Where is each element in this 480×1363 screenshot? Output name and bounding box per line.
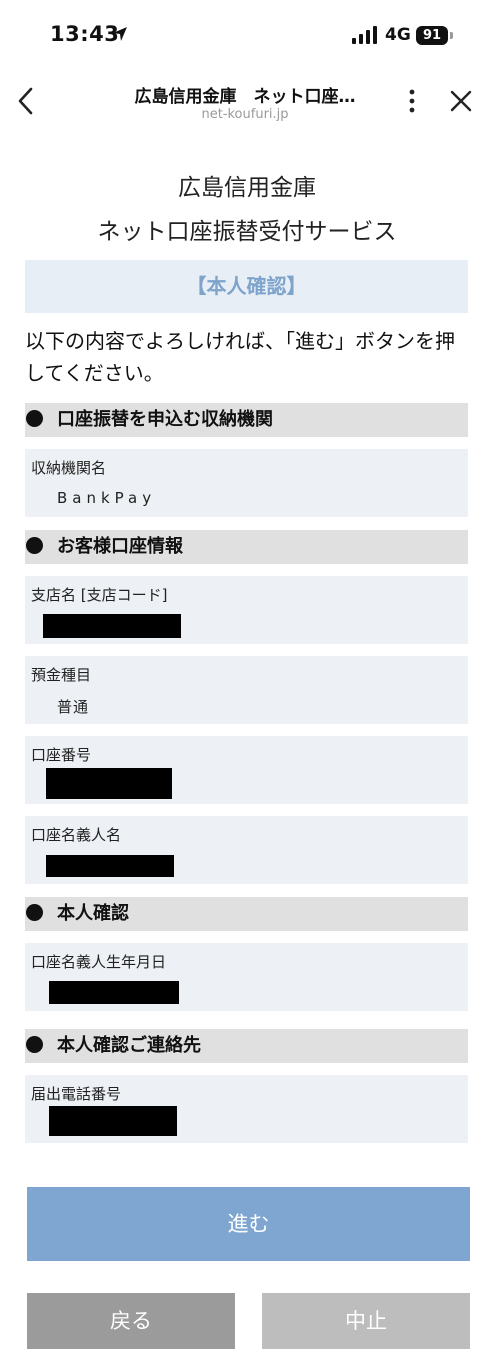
back-button[interactable]: 戻る xyxy=(27,1293,235,1349)
field-label: 口座名義人名 xyxy=(31,826,122,844)
status-time: 13:43 xyxy=(50,22,120,46)
browser-nav-bar: 広島信用金庫 ネット口座… net-koufuri.jp xyxy=(0,70,480,132)
network-type: 4G xyxy=(385,25,411,45)
battery-icon: 91 xyxy=(416,26,448,45)
field-value: 普通 xyxy=(57,698,90,716)
field-account-holder: 口座名義人名 xyxy=(25,816,468,884)
battery-tip xyxy=(450,32,453,39)
field-branch: 支店名 [支店コード] xyxy=(25,576,468,644)
page-domain: net-koufuri.jp xyxy=(201,107,289,122)
page-title: 広島信用金庫 ネット口座… xyxy=(134,87,356,107)
bullet-icon xyxy=(26,904,43,921)
redacted-value xyxy=(49,981,179,1004)
redacted-value xyxy=(46,855,174,877)
location-arrow-icon xyxy=(113,27,127,41)
bank-name-heading: 広島信用金庫 xyxy=(178,175,316,201)
more-options-icon[interactable] xyxy=(402,88,422,114)
field-value: BankPay xyxy=(57,489,157,507)
cellular-signal-icon xyxy=(352,26,377,44)
field-phone: 届出電話番号 xyxy=(25,1075,468,1143)
next-button[interactable]: 進む xyxy=(27,1187,470,1261)
close-icon[interactable] xyxy=(450,90,472,112)
field-birthdate: 口座名義人生年月日 xyxy=(25,943,468,1011)
instruction-text: 以下の内容でよろしければ、「進む」ボタンを押してください。 xyxy=(25,329,455,385)
field-institution-name: 収納機関名 BankPay xyxy=(25,449,468,517)
field-label: 支店名 [支店コード] xyxy=(31,586,168,604)
step-banner: 【本人確認】 xyxy=(25,260,468,313)
field-label: 届出電話番号 xyxy=(31,1085,122,1103)
redacted-value xyxy=(46,768,172,799)
status-bar: 13:43 4G 91 xyxy=(0,0,480,70)
bullet-icon xyxy=(26,537,43,554)
redacted-value xyxy=(49,1106,177,1136)
back-chevron-icon[interactable] xyxy=(14,86,38,116)
section-title: 本人確認ご連絡先 xyxy=(57,1035,201,1056)
section-title: 本人確認 xyxy=(57,903,129,924)
section-account: お客様口座情報 xyxy=(25,530,468,564)
cancel-button[interactable]: 中止 xyxy=(262,1293,470,1349)
redacted-value xyxy=(43,614,181,638)
section-title: 口座振替を申込む収納機関 xyxy=(57,409,273,430)
field-label: 口座番号 xyxy=(31,746,92,764)
service-name-heading: ネット口座振替受付サービス xyxy=(97,219,397,245)
section-contact: 本人確認ご連絡先 xyxy=(25,1029,468,1063)
field-account-number: 口座番号 xyxy=(25,736,468,804)
section-institution: 口座振替を申込む収納機関 xyxy=(25,403,468,437)
field-label: 預金種目 xyxy=(31,666,92,684)
bullet-icon xyxy=(26,410,43,427)
field-label: 口座名義人生年月日 xyxy=(31,953,167,971)
field-deposit-type: 預金種目 普通 xyxy=(25,656,468,724)
section-title: お客様口座情報 xyxy=(57,536,183,557)
field-label: 収納機関名 xyxy=(31,459,107,477)
bullet-icon xyxy=(26,1036,43,1053)
section-identity: 本人確認 xyxy=(25,897,468,931)
